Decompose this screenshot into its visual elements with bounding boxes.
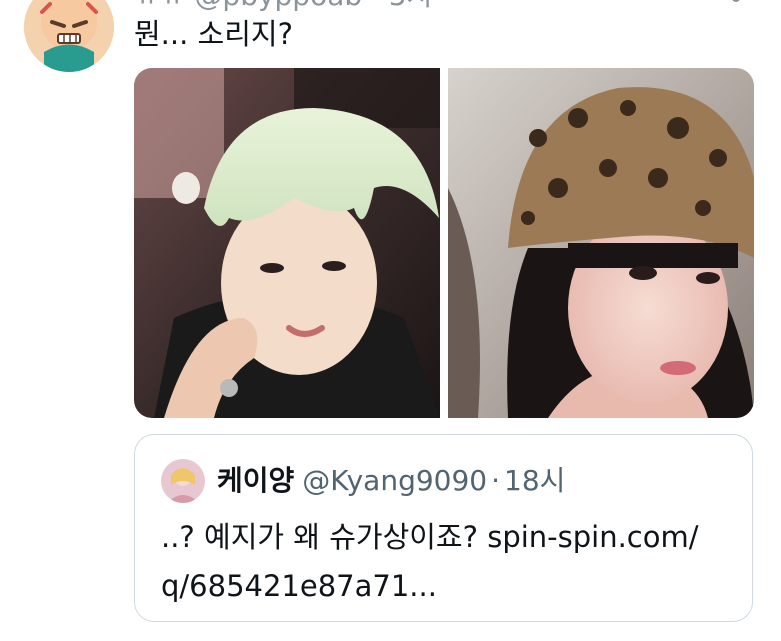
quoted-tweet-card[interactable]: 케이양 @Kyang9090 · 18시 ..? 예지가 왜 슈가상이죠? spin-… [134,434,753,622]
media-photo-right[interactable] [448,68,754,418]
photo-icon [134,68,440,418]
more-options-icon[interactable] [732,0,740,2]
cartoon-avatar-icon [24,0,114,72]
quoted-author-handle[interactable]: @Kyang9090 [302,464,487,497]
quoted-separator: · [491,464,501,497]
author-meta-partial: ㅠㅠ @pbyppoab · 5시 [134,0,432,14]
avatar-icon [161,459,205,503]
quoted-author-avatar[interactable] [161,459,205,503]
media-photo-left[interactable] [134,68,440,418]
quoted-header: 케이양 @Kyang9090 · 18시 [217,461,565,501]
quoted-text: ..? 예지가 왜 슈가상이죠? spin-spin.com/ q/685421… [161,520,699,603]
author-avatar[interactable] [24,0,114,72]
tweet-media-grid [134,68,754,418]
quoted-author-name[interactable]: 케이양 [217,464,294,497]
quoted-timestamp[interactable]: 18시 [504,464,565,497]
photo-icon [448,68,754,418]
tweet-text: 뭔... 소리지? [134,17,293,51]
